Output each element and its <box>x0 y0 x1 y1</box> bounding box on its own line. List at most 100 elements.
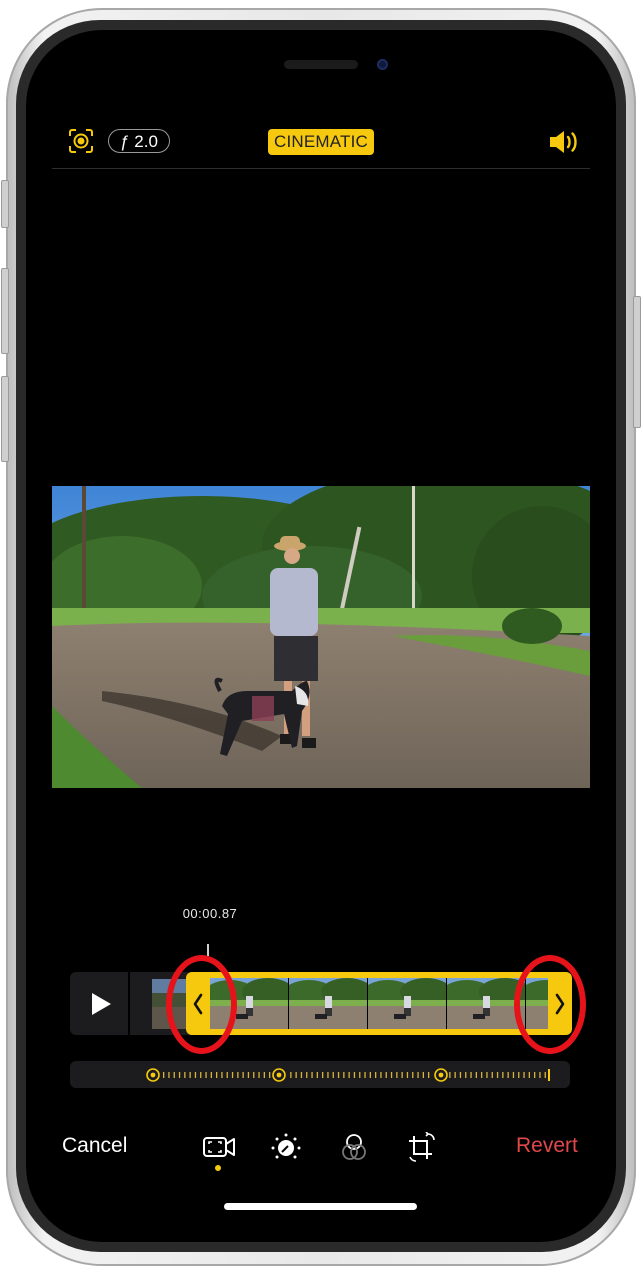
focus-tick <box>205 1072 207 1078</box>
cinematic-toggle[interactable]: CINEMATIC <box>268 129 374 155</box>
focus-tick <box>491 1072 493 1078</box>
focus-tick <box>332 1072 334 1078</box>
focus-tick <box>359 1072 361 1078</box>
playhead[interactable] <box>207 944 209 956</box>
focus-tick <box>178 1072 181 1078</box>
filmstrip-thumbnails <box>210 978 548 1029</box>
focus-tick <box>290 1072 292 1078</box>
focus-tick <box>412 1072 414 1078</box>
focus-tick <box>194 1072 197 1078</box>
focus-tick <box>375 1072 377 1078</box>
focus-tick <box>200 1072 202 1078</box>
focus-keyframe-track[interactable] <box>70 1061 570 1088</box>
focus-tick <box>237 1072 239 1078</box>
focus-keyframe-marker[interactable] <box>146 1068 160 1082</box>
annotation-circle-left <box>166 955 237 1054</box>
video-frame-image <box>52 486 590 788</box>
focus-tick <box>306 1072 308 1078</box>
speaker-volume-icon[interactable] <box>548 128 580 156</box>
crop-rotate-icon[interactable] <box>404 1132 440 1162</box>
filmstrip-thumbnail <box>283 978 373 1029</box>
focus-tick <box>534 1072 536 1078</box>
focus-tick <box>231 1072 234 1078</box>
focus-tick <box>247 1072 250 1078</box>
focus-tick <box>385 1072 387 1078</box>
focus-tick <box>428 1072 430 1078</box>
focus-keyframe-marker[interactable] <box>272 1068 286 1082</box>
focus-track-marks <box>146 1068 550 1082</box>
active-tool-indicator <box>215 1165 221 1171</box>
play-button[interactable] <box>70 972 128 1035</box>
focus-tick <box>327 1072 329 1078</box>
power-button <box>633 296 641 428</box>
play-icon <box>92 993 111 1015</box>
volume-up-button <box>1 268 9 354</box>
focus-tick <box>353 1072 356 1078</box>
focus-tick <box>449 1072 451 1078</box>
focus-tick <box>348 1072 350 1078</box>
volume-down-button <box>1 376 9 462</box>
focus-tick <box>470 1072 472 1078</box>
focus-track-end-marker <box>548 1069 550 1081</box>
focus-tick <box>343 1072 345 1078</box>
cancel-button[interactable]: Cancel <box>62 1134 127 1158</box>
focus-tick <box>401 1072 403 1078</box>
focus-tick <box>369 1072 371 1078</box>
focus-tick <box>465 1072 467 1078</box>
mute-switch <box>1 180 9 228</box>
focus-tick <box>337 1072 340 1078</box>
focus-tick <box>322 1072 324 1078</box>
focus-tick <box>502 1072 504 1078</box>
timecode-label: 00:00.87 <box>182 906 238 921</box>
focus-tick <box>512 1072 515 1078</box>
video-preview[interactable] <box>52 486 590 788</box>
filters-icon[interactable] <box>336 1132 372 1162</box>
filmstrip-thumbnail <box>362 978 452 1029</box>
focus-tick <box>544 1072 546 1078</box>
focus-tick <box>496 1072 499 1078</box>
annotation-circle-right <box>514 955 586 1054</box>
focus-tick <box>269 1072 271 1078</box>
focus-tick <box>507 1072 509 1078</box>
focus-tick <box>216 1072 218 1078</box>
focus-tick <box>295 1072 297 1078</box>
focus-tick <box>422 1072 424 1078</box>
focus-tick <box>253 1072 255 1078</box>
focus-tick <box>481 1072 483 1078</box>
focus-tick <box>258 1072 260 1078</box>
focus-tick <box>316 1072 318 1078</box>
focus-tick <box>396 1072 398 1078</box>
adjust-dial-icon[interactable] <box>268 1132 304 1162</box>
revert-button[interactable]: Revert <box>516 1134 578 1158</box>
focus-tick <box>523 1072 525 1078</box>
focus-tick <box>242 1072 244 1078</box>
focus-tick <box>210 1072 212 1078</box>
front-camera <box>377 59 388 70</box>
focus-tick <box>163 1072 165 1078</box>
focus-keyframe-marker[interactable] <box>434 1068 448 1082</box>
home-indicator[interactable] <box>224 1203 417 1210</box>
focus-tick <box>263 1072 265 1078</box>
top-bar: ƒ 2.0 CINEMATIC <box>52 122 590 162</box>
focus-tick <box>184 1072 186 1078</box>
focus-tick <box>539 1072 541 1078</box>
focus-tick <box>390 1072 393 1078</box>
focus-tick <box>168 1072 170 1078</box>
focus-tick <box>406 1072 409 1078</box>
focus-tick <box>300 1072 303 1078</box>
focus-tick <box>221 1072 223 1078</box>
focus-tick <box>189 1072 191 1078</box>
focus-tick <box>417 1072 419 1078</box>
focus-tick <box>380 1072 382 1078</box>
top-bar-divider <box>52 168 590 169</box>
focus-tick <box>459 1072 462 1078</box>
focus-tick <box>528 1072 530 1078</box>
focus-tick <box>454 1072 456 1078</box>
earpiece-speaker <box>284 60 358 69</box>
focus-lock-icon[interactable] <box>68 128 94 154</box>
focus-tick <box>311 1072 313 1078</box>
aperture-button[interactable]: ƒ 2.0 <box>108 129 170 153</box>
video-camera-icon[interactable] <box>202 1132 238 1162</box>
focus-tick <box>364 1072 366 1078</box>
focus-tick <box>475 1072 477 1078</box>
